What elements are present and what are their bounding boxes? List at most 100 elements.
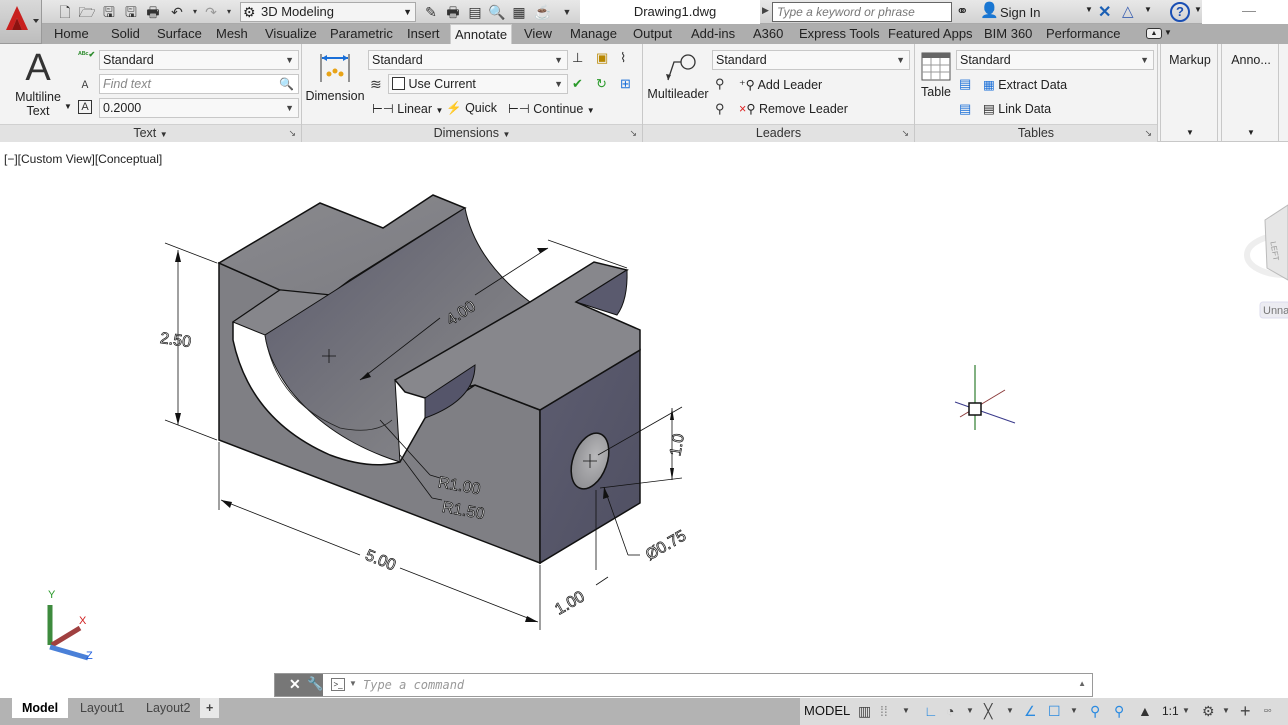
- dimension-layer-dropdown[interactable]: Use Current ▼: [388, 74, 568, 94]
- binoculars-icon[interactable]: ⚭: [956, 2, 969, 20]
- sign-in-link[interactable]: Sign In: [1000, 5, 1040, 20]
- user-icon[interactable]: 👤: [980, 1, 999, 19]
- redo-dropdown-icon[interactable]: ▾: [220, 3, 238, 21]
- ribbon-minimize-icon[interactable]: ▲: [1146, 28, 1162, 39]
- multiline-text-dropdown-icon[interactable]: ▼: [64, 102, 72, 111]
- dialog-launcher-icon[interactable]: ↘: [1144, 125, 1152, 142]
- plot-preview-icon[interactable]: ▤: [466, 3, 484, 21]
- exchange-icon[interactable]: ✕: [1098, 2, 1111, 22]
- workspace-dropdown-icon[interactable]: ▼: [1222, 702, 1230, 720]
- match-properties-icon[interactable]: ✎: [422, 3, 440, 21]
- check-spelling-icon[interactable]: ᴬᴮᶜ✔: [78, 50, 95, 59]
- polar-dropdown-icon[interactable]: ▼: [966, 702, 974, 720]
- tab-add-ins[interactable]: Add-ins: [687, 24, 739, 44]
- annotation-scale-dropdown[interactable]: 1:1: [1162, 702, 1179, 720]
- close-icon[interactable]: ✕: [289, 676, 301, 693]
- recent-commands-dropdown-icon[interactable]: ▼: [349, 679, 357, 688]
- auto-scale-icon[interactable]: ⚲: [1114, 702, 1124, 720]
- isodraft-icon[interactable]: ╳: [984, 702, 992, 720]
- update-icon[interactable]: ↻: [596, 76, 607, 92]
- new-icon[interactable]: 🗋: [56, 3, 74, 21]
- command-line-grip[interactable]: ✕ 🔧: [275, 674, 323, 696]
- break-icon[interactable]: ⊥: [572, 50, 583, 66]
- render-icon[interactable]: ☕: [534, 3, 552, 21]
- minimize-button[interactable]: —: [1242, 2, 1256, 18]
- object-snap-icon[interactable]: ☐: [1048, 702, 1061, 720]
- annotation-scaling-panel[interactable]: Anno... ▼: [1221, 44, 1279, 142]
- tab-surface[interactable]: Surface: [153, 24, 206, 44]
- text-panel-title[interactable]: Text ▼ ↘: [0, 124, 301, 142]
- tab-solid[interactable]: Solid: [107, 24, 144, 44]
- layout-tab-layout2[interactable]: Layout2: [136, 698, 200, 718]
- batch-plot-icon[interactable]: 🖶: [444, 3, 462, 21]
- tab-featured-apps[interactable]: Featured Apps: [884, 24, 977, 44]
- layout-tab-model[interactable]: Model: [12, 698, 69, 718]
- continue-button[interactable]: ⊢⊣ Continue ▼: [508, 101, 595, 116]
- tables-panel-title[interactable]: Tables ↘: [915, 124, 1157, 142]
- table-style-dropdown[interactable]: Standard ▼: [956, 50, 1154, 70]
- dialog-launcher-icon[interactable]: ↘: [288, 125, 296, 142]
- viewport-controls-label[interactable]: [−][Custom View][Conceptual]: [4, 152, 162, 166]
- tab-express-tools[interactable]: Express Tools: [795, 24, 884, 44]
- viewcube[interactable]: LEFT Unna: [1244, 204, 1288, 319]
- link-data-button[interactable]: ▤ Link Data: [983, 101, 1051, 116]
- snap-dropdown-icon[interactable]: ▼: [902, 702, 910, 720]
- tab-bim-360[interactable]: BIM 360: [980, 24, 1036, 44]
- app-dropdown-icon[interactable]: ▼: [1144, 5, 1152, 14]
- command-input[interactable]: Type a command: [363, 674, 464, 696]
- save-as-icon[interactable]: 🖫: [122, 3, 140, 21]
- isodraft-dropdown-icon[interactable]: ▼: [1006, 702, 1014, 720]
- quick-button[interactable]: ⚡ Quick: [446, 101, 497, 116]
- ribbon-options-dropdown-icon[interactable]: ▼: [1164, 28, 1172, 37]
- text-height-dropdown[interactable]: 0.2000 ▼: [99, 98, 299, 118]
- text-style-dropdown[interactable]: Standard ▼: [99, 50, 299, 70]
- sign-in-dropdown-icon[interactable]: ▼: [1085, 5, 1093, 14]
- ortho-icon[interactable]: ∟: [924, 702, 938, 720]
- workspace-dropdown[interactable]: ⚙ 3D Modeling ▼: [240, 2, 416, 22]
- polar-tracking-icon[interactable]: ◔: [946, 702, 954, 720]
- command-prompt-icon[interactable]: >_: [331, 678, 345, 691]
- multiline-text-button[interactable]: A Multiline Text: [8, 46, 68, 120]
- customize-qat-icon[interactable]: ▼: [558, 3, 576, 21]
- workspace-switching-icon[interactable]: ⚙: [1202, 702, 1215, 720]
- expand-search-icon[interactable]: ▶: [762, 5, 769, 16]
- tab-view[interactable]: View: [520, 24, 556, 44]
- application-menu-button[interactable]: [0, 0, 42, 44]
- save-icon[interactable]: 🖫: [100, 3, 118, 21]
- grid-icon[interactable]: ▥: [858, 702, 871, 720]
- annotation-scale-icon[interactable]: ▲: [1138, 702, 1152, 720]
- collect-leader-icon[interactable]: ⚲: [715, 76, 725, 92]
- command-history-icon[interactable]: ▲: [1078, 679, 1086, 688]
- dialog-launcher-icon[interactable]: ↘: [629, 125, 637, 142]
- properties-icon[interactable]: ▦: [510, 3, 528, 21]
- object-snap-tracking-icon[interactable]: ∠: [1024, 702, 1037, 720]
- dialog-launcher-icon[interactable]: ↘: [901, 125, 909, 142]
- tab-manage[interactable]: Manage: [566, 24, 621, 44]
- snap-icon[interactable]: ⁞⁞: [880, 702, 888, 720]
- osnap-dropdown-icon[interactable]: ▼: [1070, 702, 1078, 720]
- scale-dropdown-icon[interactable]: ▼: [1182, 702, 1190, 720]
- tab-annotate[interactable]: Annotate: [450, 24, 513, 44]
- open-icon[interactable]: 🗁: [78, 3, 96, 21]
- upload-source-icon[interactable]: ▤: [959, 101, 971, 117]
- search-input[interactable]: Type a keyword or phrase: [772, 2, 952, 22]
- tab-output[interactable]: Output: [629, 24, 676, 44]
- redo-icon[interactable]: ↷: [202, 3, 220, 21]
- multileader-style-dropdown[interactable]: Standard ▼: [712, 50, 910, 70]
- annotation-visibility-icon[interactable]: ⚲: [1090, 702, 1100, 720]
- tab-a360[interactable]: A360: [749, 24, 787, 44]
- undo-icon[interactable]: ↶: [168, 3, 186, 21]
- drawing-canvas[interactable]: 2.50 4.00 5.00 R1.00 R1.50 1.0 1.00 Ø0.7…: [0, 143, 1288, 698]
- leaders-panel-title[interactable]: Leaders ↘: [643, 124, 914, 142]
- reassociate-icon[interactable]: ⊞: [620, 76, 631, 92]
- tab-mesh[interactable]: Mesh: [212, 24, 252, 44]
- tab-visualize[interactable]: Visualize: [261, 24, 321, 44]
- help-dropdown-icon[interactable]: ▼: [1194, 5, 1202, 14]
- jogged-linear-icon[interactable]: ⌇: [620, 50, 626, 66]
- table-button[interactable]: Table: [919, 52, 953, 104]
- multileader-button[interactable]: Multileader: [646, 52, 710, 104]
- remove-leader-button[interactable]: ×⚲ Remove Leader: [739, 101, 848, 116]
- preview-icon[interactable]: 🔍: [488, 3, 506, 21]
- wrench-icon[interactable]: 🔧: [307, 676, 323, 692]
- extract-data-button[interactable]: ▦ Extract Data: [983, 77, 1067, 92]
